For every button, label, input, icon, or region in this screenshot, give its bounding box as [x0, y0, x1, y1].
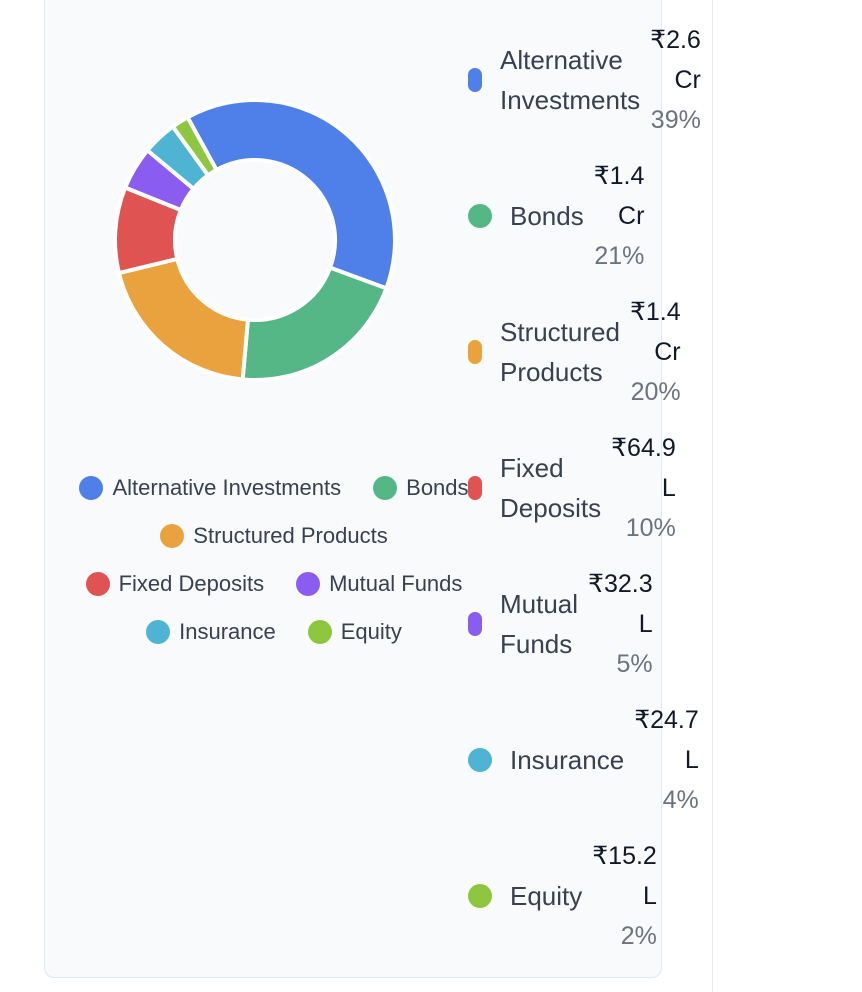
- legend-dot-icon: [146, 620, 171, 644]
- legend-label: Insurance: [179, 619, 276, 644]
- breakdown-percent: 39%: [650, 106, 701, 134]
- breakdown-amount: Cr: [674, 66, 701, 94]
- legend-label: Structured Products: [193, 523, 388, 548]
- legend-item-bonds[interactable]: Bonds: [373, 475, 469, 500]
- legend-dot-icon: [296, 572, 321, 596]
- legend-label: Alternative Investments: [112, 475, 342, 500]
- donut-slice-bonds[interactable]: [240, 265, 389, 382]
- breakdown-row: Equity ₹15.2 L 2%: [468, 836, 657, 956]
- breakdown-amount: L: [661, 474, 676, 502]
- breakdown-row: Alternative Investments ₹2.6 Cr 39%: [468, 20, 701, 140]
- breakdown-label: Insurance: [510, 745, 625, 775]
- legend-item-fixed-deposits[interactable]: Fixed Deposits: [85, 571, 265, 596]
- legend-item-mutual-funds[interactable]: Mutual Funds: [296, 571, 463, 596]
- breakdown-percent: 4%: [662, 786, 699, 814]
- color-marker-icon: [468, 340, 482, 364]
- legend-label: Equity: [340, 619, 402, 644]
- breakdown-amount: ₹1.4: [629, 298, 681, 326]
- donut-slice-structured-products[interactable]: [116, 256, 251, 382]
- legend-dot-icon: [85, 572, 110, 596]
- breakdown-label: Fixed Deposits: [500, 453, 602, 523]
- breakdown-percent: 5%: [616, 650, 653, 678]
- allocation-donut-chart: [113, 98, 397, 382]
- breakdown-amount: L: [684, 746, 699, 774]
- color-marker-icon: [468, 884, 492, 908]
- legend-dot-icon: [373, 476, 398, 500]
- breakdown-row: Bonds ₹1.4 Cr 21%: [468, 156, 644, 276]
- breakdown-label: Alternative Investments: [500, 45, 641, 115]
- panel-divider: [712, 0, 713, 992]
- breakdown-row: Insurance ₹24.7 L 4%: [468, 700, 699, 820]
- legend-label: Bonds: [406, 475, 469, 500]
- donut-slice-alternative-investments[interactable]: [184, 98, 397, 291]
- legend-dot-icon: [79, 476, 104, 500]
- color-marker-icon: [468, 476, 482, 500]
- breakdown-percent: 20%: [630, 378, 681, 406]
- breakdown-row: Mutual Funds ₹32.3 L 5%: [468, 564, 653, 684]
- breakdown-row: Fixed Deposits ₹64.9 L 10%: [468, 428, 676, 548]
- color-marker-icon: [468, 612, 482, 636]
- legend-label: Mutual Funds: [329, 571, 463, 596]
- breakdown-amount: ₹2.6: [650, 26, 701, 54]
- color-marker-icon: [468, 68, 482, 92]
- color-marker-icon: [468, 204, 492, 228]
- color-marker-icon: [468, 748, 492, 772]
- breakdown-amount: Cr: [618, 202, 645, 230]
- breakdown-amount: L: [638, 610, 653, 638]
- legend-dot-icon: [307, 620, 332, 644]
- breakdown-percent: 10%: [625, 514, 676, 542]
- breakdown-amount: Cr: [654, 338, 681, 366]
- breakdown-amount: ₹15.2: [592, 842, 657, 870]
- legend-item-structured-products[interactable]: Structured Products: [160, 523, 388, 548]
- breakdown-amount: ₹24.7: [634, 706, 699, 734]
- breakdown-row: Structured Products ₹1.4 Cr 20%: [468, 292, 681, 412]
- breakdown-label: Mutual Funds: [500, 589, 579, 659]
- chart-legend: Alternative Investments Bonds Structured P…: [50, 475, 498, 644]
- breakdown-label: Structured Products: [500, 317, 620, 387]
- legend-item-insurance[interactable]: Insurance: [146, 619, 276, 644]
- breakdown-amount: ₹1.4: [593, 162, 645, 190]
- legend-item-equity[interactable]: Equity: [307, 619, 402, 644]
- legend-item-alternative-investments[interactable]: Alternative Investments: [79, 475, 342, 500]
- breakdown-label: Equity: [510, 881, 583, 911]
- legend-dot-icon: [160, 524, 185, 548]
- breakdown-label: Bonds: [510, 201, 584, 231]
- breakdown-percent: 2%: [620, 922, 657, 950]
- breakdown-amount: ₹32.3: [588, 570, 653, 598]
- legend-label: Fixed Deposits: [118, 571, 265, 596]
- breakdown-amount: L: [642, 882, 657, 910]
- breakdown-amount: ₹64.9: [611, 434, 676, 462]
- breakdown-percent: 21%: [594, 242, 645, 270]
